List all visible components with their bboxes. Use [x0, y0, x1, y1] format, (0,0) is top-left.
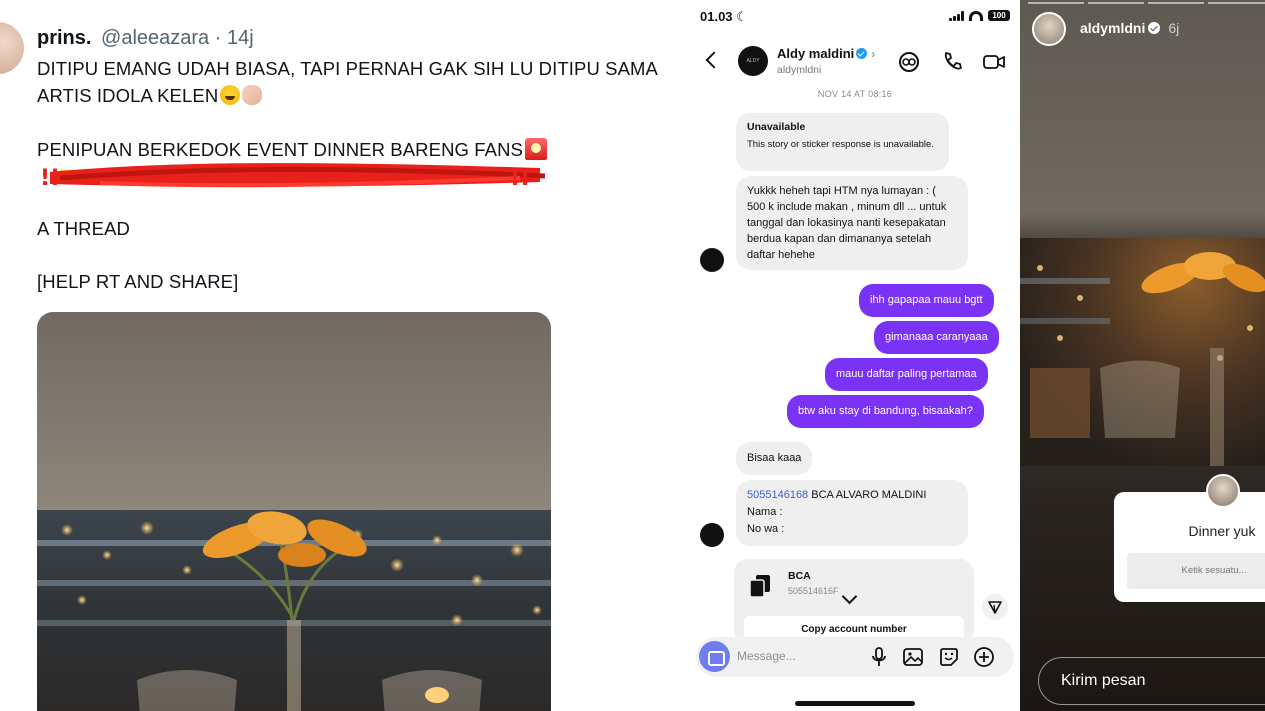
- redaction-scribble: !! !!: [40, 163, 546, 191]
- verified-icon: [856, 48, 868, 59]
- chevron-down-icon[interactable]: [841, 588, 858, 605]
- story-photo: [1020, 238, 1265, 466]
- story-progress-segment: [1088, 2, 1144, 4]
- video-call-icon[interactable]: [982, 50, 1006, 74]
- message-date: NOV 14 AT 08:16: [817, 89, 893, 99]
- tweet-author-handle[interactable]: @aleeazara: [101, 27, 209, 49]
- microphone-icon[interactable]: [868, 646, 890, 668]
- nama-line: Nama :: [747, 506, 783, 518]
- wifi-icon: [969, 10, 983, 21]
- dm-header: ALDY Aldy maldini › aldymldni: [690, 38, 1020, 86]
- question-avatar: [1206, 474, 1240, 508]
- contact-name-row[interactable]: Aldy maldini ›: [777, 46, 875, 61]
- unavailable-story-bubble[interactable]: Unavailable This story or sticker respon…: [736, 113, 949, 171]
- contact-avatar[interactable]: ALDY: [738, 46, 768, 76]
- camera-button[interactable]: [699, 641, 730, 672]
- unavailable-body: This story or sticker response is unavai…: [747, 139, 934, 150]
- unavailable-title: Unavailable: [747, 121, 806, 133]
- home-indicator: [795, 701, 915, 706]
- story-username: aldymldni: [1080, 20, 1146, 36]
- sender-avatar: [700, 248, 724, 272]
- tweet-header: prins. @aleeazara · 14j: [37, 27, 254, 50]
- sticker-icon[interactable]: [938, 646, 960, 668]
- message-input[interactable]: Message...: [737, 649, 796, 663]
- sender-avatar: [700, 523, 724, 547]
- dinner-photo: [37, 510, 551, 711]
- document-copy-icon: [750, 575, 770, 597]
- tweet-line-2-wrap: ARTIS IDOLA KELEN: [37, 85, 263, 107]
- instagram-story-panel: aldymldni 6j Dinner yuk Ketik sesuatu...…: [1020, 0, 1265, 711]
- phone-icon[interactable]: [940, 50, 964, 74]
- contact-handle: aldymldni: [777, 64, 822, 76]
- signal-icon: [949, 10, 964, 21]
- outgoing-message-3[interactable]: mauu daftar paling pertamaa: [825, 358, 988, 391]
- send-icon: [988, 601, 1002, 614]
- incoming-message-2[interactable]: Bisaa kaaa: [736, 442, 813, 475]
- question-answer-input[interactable]: Ketik sesuatu...: [1127, 553, 1265, 589]
- outgoing-message-2[interactable]: gimanaaa caranyaaa: [874, 321, 999, 354]
- share-button[interactable]: [982, 594, 1008, 620]
- redaction-prefix: !!: [40, 166, 60, 191]
- story-time-ago: 6j: [1168, 20, 1180, 36]
- account-name: BCA ALVARO MALDINI: [808, 489, 927, 501]
- battery-icon: 100: [988, 10, 1010, 21]
- add-icon[interactable]: [973, 646, 995, 668]
- message-composer[interactable]: Message...: [696, 637, 1014, 677]
- back-icon[interactable]: [705, 51, 723, 69]
- incoming-message-3[interactable]: 5055146168 BCA ALVARO MALDINI Nama : No …: [736, 480, 968, 546]
- moon-icon: ☾: [736, 9, 748, 24]
- outgoing-message-4[interactable]: btw aku stay di bandung, bisaakah?: [787, 395, 984, 428]
- nowa-line: No wa :: [747, 523, 785, 535]
- story-progress-segment: [1028, 2, 1084, 4]
- question-title: Dinner yuk: [1188, 523, 1256, 539]
- tweet-line-2: ARTIS IDOLA KELEN: [37, 85, 219, 106]
- status-time: 01.03 ☾: [700, 9, 748, 25]
- chevron-right-icon: ›: [871, 47, 876, 61]
- hand-emoji-icon: [242, 85, 263, 105]
- tweet-author-name[interactable]: prins.: [37, 27, 91, 49]
- story-progress-segment: [1208, 2, 1265, 4]
- tweet-line-5: A THREAD: [37, 218, 130, 239]
- story-dinner-illustration: [1020, 252, 1265, 466]
- siren-emoji-icon: [525, 138, 547, 160]
- tweet-media-image[interactable]: [37, 312, 551, 711]
- dinner-table-illustration: [37, 511, 551, 711]
- account-line: 5055146168 BCA ALVARO MALDINI: [747, 487, 957, 504]
- incoming-message-1[interactable]: Yukkk heheh tapi HTM nya lumayan : ( 500…: [736, 176, 968, 270]
- verified-icon: [1148, 22, 1161, 34]
- card-account-number: 505514616F: [788, 586, 839, 596]
- story-avatar[interactable]: [1032, 12, 1066, 46]
- story-reply-input[interactable]: Kirim pesan: [1038, 657, 1265, 705]
- tweet-panel: prins. @aleeazara · 14j DITIPU EMANG UDA…: [0, 0, 690, 711]
- smile-emoji-icon: [220, 85, 241, 105]
- tweet-line-6: [HELP RT AND SHARE]: [37, 271, 239, 292]
- status-icons: 100: [949, 10, 1010, 21]
- gallery-icon[interactable]: [902, 646, 924, 668]
- status-time-text: 01.03: [700, 9, 733, 24]
- tweet-avatar[interactable]: [0, 22, 24, 74]
- instagram-dm-panel: 01.03 ☾ 100 ALDY Aldy maldini › aldymldni: [690, 0, 1020, 711]
- ai-chat-icon[interactable]: [897, 50, 921, 74]
- question-sticker[interactable]: Dinner yuk Ketik sesuatu...: [1114, 474, 1265, 602]
- card-bank-name: BCA: [788, 570, 811, 582]
- story-progress-segment: [1148, 2, 1204, 4]
- tweet-line-3: PENIPUAN BERKEDOK EVENT DINNER BARENG FA…: [37, 139, 523, 160]
- account-number-link[interactable]: 5055146168: [747, 489, 808, 501]
- tweet-time[interactable]: 14j: [227, 27, 254, 49]
- contact-name: Aldy maldini: [777, 46, 855, 61]
- tweet-separator: ·: [214, 27, 222, 49]
- tweet-line-1: DITIPU EMANG UDAH BIASA, TAPI PERNAH GAK…: [37, 58, 658, 79]
- screenshot-collage: prins. @aleeazara · 14j DITIPU EMANG UDA…: [0, 0, 1265, 711]
- bank-account-card[interactable]: BCA 505514616F Copy account number: [734, 559, 974, 644]
- story-reply-placeholder: Kirim pesan: [1061, 672, 1146, 689]
- outgoing-message-1[interactable]: ihh gapapaa mauu bgtt: [859, 284, 994, 317]
- story-user-row[interactable]: aldymldni 6j: [1080, 20, 1179, 36]
- redaction-suffix: !!: [510, 166, 530, 191]
